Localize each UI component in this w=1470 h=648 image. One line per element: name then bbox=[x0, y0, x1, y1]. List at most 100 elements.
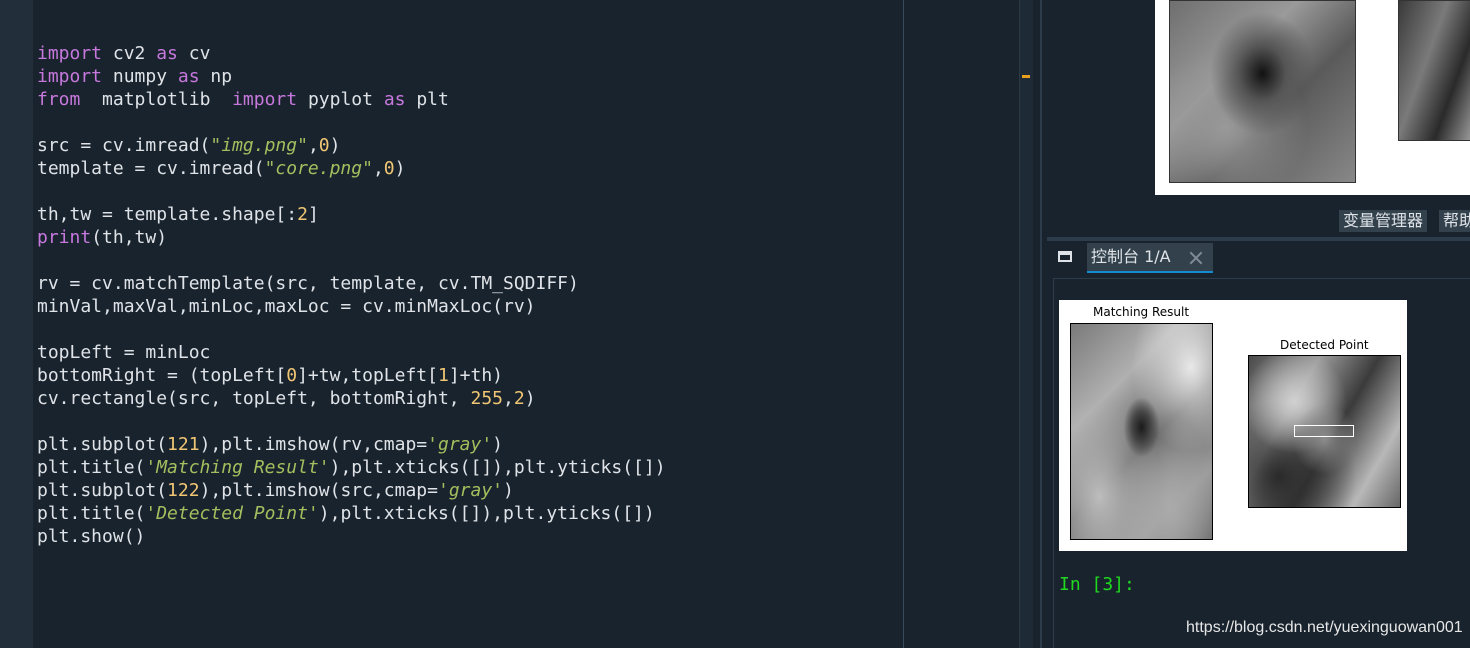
code-token: (th,tw) bbox=[91, 227, 168, 248]
code-token: as bbox=[383, 89, 406, 110]
code-token: "core.png" bbox=[264, 158, 373, 179]
code-line[interactable] bbox=[37, 318, 666, 341]
code-line[interactable]: plt.subplot(121),plt.imshow(rv,cmap='gra… bbox=[37, 433, 666, 456]
code-token: pyplot bbox=[297, 89, 384, 110]
code-line[interactable]: rv = cv.matchTemplate(src, template, cv.… bbox=[37, 272, 666, 295]
code-line[interactable] bbox=[37, 249, 666, 272]
code-line[interactable]: plt.title('Matching Result'),plt.xticks(… bbox=[37, 456, 666, 479]
line-number-gutter bbox=[0, 0, 33, 648]
code-token: ),plt.imshow(src,cmap= bbox=[199, 480, 438, 501]
code-token: plt.show() bbox=[37, 526, 146, 547]
code-token: numpy bbox=[102, 66, 178, 87]
code-token: 0 bbox=[318, 135, 330, 156]
code-line[interactable]: plt.title('Detected Point'),plt.xticks([… bbox=[37, 502, 666, 525]
code-token: ) bbox=[394, 158, 406, 179]
code-token: cv.rectangle(src, topLeft, bottomRight, bbox=[37, 388, 471, 409]
code-line[interactable]: import numpy as np bbox=[37, 65, 666, 88]
code-token: 255 bbox=[470, 388, 503, 409]
code-line[interactable] bbox=[37, 180, 666, 203]
code-line[interactable]: template = cv.imread("core.png",0) bbox=[37, 157, 666, 180]
code-token: 0 bbox=[286, 365, 298, 386]
console-prompt[interactable]: In [3]: bbox=[1059, 574, 1135, 595]
code-token: as bbox=[156, 43, 178, 64]
code-line[interactable]: bottomRight = (topLeft[0]+tw,topLeft[1]+… bbox=[37, 364, 666, 387]
code-token: import bbox=[37, 66, 103, 87]
code-token: bottomRight = (topLeft[ bbox=[37, 365, 287, 386]
code-token: src = cv.imread( bbox=[37, 135, 211, 156]
code-line[interactable]: plt.show() bbox=[37, 525, 666, 548]
code-token: plt.title( bbox=[37, 503, 146, 524]
code-token: ),plt.xticks([]),plt.yticks([]) bbox=[329, 457, 666, 478]
close-icon[interactable] bbox=[1188, 250, 1204, 266]
code-token: cv bbox=[177, 43, 211, 64]
code-token: 2 bbox=[297, 204, 308, 225]
code-token: minVal,maxVal,minLoc,maxLoc = cv.minMaxL… bbox=[37, 296, 536, 317]
code-token: matplotlib bbox=[80, 89, 233, 110]
editor-edge-line bbox=[903, 0, 904, 648]
code-token: as bbox=[177, 66, 200, 87]
code-token: topLeft = minLoc bbox=[37, 342, 211, 363]
code-token: ) bbox=[492, 434, 504, 455]
vertical-splitter[interactable] bbox=[1033, 0, 1045, 648]
code-token: th,tw = template.shape[: bbox=[37, 204, 298, 225]
code-token: plt.title( bbox=[37, 457, 146, 478]
code-line[interactable] bbox=[37, 410, 666, 433]
code-line[interactable]: print(th,tw) bbox=[37, 226, 666, 249]
scrollbar-warning-marker bbox=[1022, 75, 1030, 78]
code-token: "img.png" bbox=[210, 135, 308, 156]
code-token: 1 bbox=[437, 365, 449, 386]
console-tab-label: 控制台 1/A bbox=[1091, 247, 1171, 266]
tab-variable-explorer[interactable]: 变量管理器 bbox=[1339, 210, 1428, 232]
vertical-splitter-line bbox=[1040, 0, 1042, 648]
code-token: 'gray' bbox=[437, 480, 504, 501]
code-token: 'Detected Point' bbox=[145, 503, 319, 524]
code-line[interactable]: cv.rectangle(src, topLeft, bottomRight, … bbox=[37, 387, 666, 410]
code-text[interactable]: import cv2 as cv import numpy as np from m… bbox=[37, 42, 666, 548]
code-line[interactable]: src = cv.imread("img.png",0) bbox=[37, 134, 666, 157]
figure-title-detected: Detected Point bbox=[1280, 338, 1369, 352]
code-line[interactable]: from matplotlib import pyplot as plt bbox=[37, 88, 666, 111]
matching-result-image bbox=[1070, 323, 1213, 540]
code-token: plt.subplot( bbox=[37, 434, 168, 455]
window-icon[interactable] bbox=[1058, 251, 1072, 262]
code-token: print bbox=[37, 227, 92, 248]
code-line[interactable]: import cv2 as cv bbox=[37, 42, 666, 65]
code-token: template = cv.imread( bbox=[37, 158, 265, 179]
spyder-window: import cv2 as cv import numpy as np from m… bbox=[0, 0, 1470, 648]
code-line[interactable]: plt.subplot(122),plt.imshow(src,cmap='gr… bbox=[37, 479, 666, 502]
code-token: ),plt.imshow(rv,cmap= bbox=[199, 434, 428, 455]
code-token: , bbox=[503, 388, 514, 409]
tab-help[interactable]: 帮助 bbox=[1439, 210, 1470, 232]
code-token: plt bbox=[405, 89, 449, 110]
code-token: 'gray' bbox=[427, 434, 493, 455]
code-token: 0 bbox=[383, 158, 395, 179]
editor-scrollbar[interactable] bbox=[1019, 0, 1034, 648]
code-token: plt.subplot( bbox=[37, 480, 168, 501]
code-line[interactable]: th,tw = template.shape[:2] bbox=[37, 203, 666, 226]
code-token: ] bbox=[307, 204, 319, 225]
code-token: from bbox=[37, 89, 81, 110]
code-token: rv = cv.matchTemplate(src, template, cv.… bbox=[37, 273, 579, 294]
plot-preview-detected-image bbox=[1398, 0, 1470, 141]
code-token: ),plt.xticks([]),plt.yticks([]) bbox=[318, 503, 655, 524]
code-token: 122 bbox=[167, 480, 200, 501]
code-token: ]+th) bbox=[448, 365, 504, 386]
code-token: ) bbox=[503, 480, 514, 501]
code-token: import bbox=[37, 43, 103, 64]
detection-rectangle bbox=[1294, 425, 1354, 437]
code-token: cv2 bbox=[102, 43, 157, 64]
code-token: import bbox=[232, 89, 298, 110]
code-token: ]+tw,topLeft[ bbox=[297, 365, 438, 386]
code-token: ) bbox=[329, 135, 341, 156]
figure-title-matching: Matching Result bbox=[1093, 305, 1190, 319]
code-line[interactable]: topLeft = minLoc bbox=[37, 341, 666, 364]
code-line[interactable]: minVal,maxVal,minLoc,maxLoc = cv.minMaxL… bbox=[37, 295, 666, 318]
code-token: np bbox=[199, 66, 233, 87]
code-token: ) bbox=[524, 388, 536, 409]
code-token: , bbox=[372, 158, 384, 179]
watermark: https://blog.csdn.net/yuexinguowan001 bbox=[1186, 619, 1463, 636]
code-token: 2 bbox=[513, 388, 525, 409]
code-line[interactable] bbox=[37, 111, 666, 134]
code-token: 121 bbox=[167, 434, 200, 455]
plot-preview-matching-image bbox=[1169, 0, 1356, 183]
